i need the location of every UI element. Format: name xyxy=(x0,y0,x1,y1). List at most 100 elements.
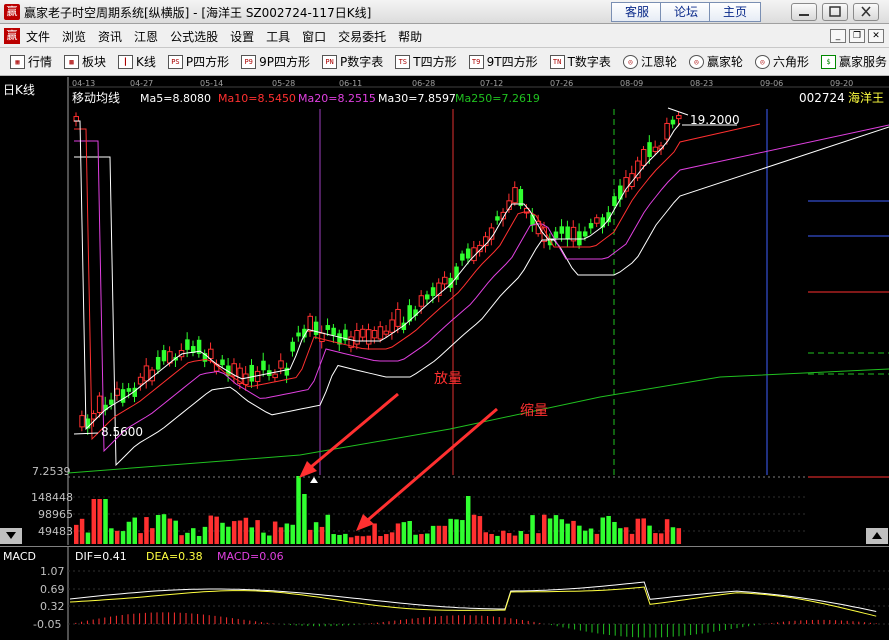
volume-bar xyxy=(495,535,500,544)
volume-bar xyxy=(255,520,260,544)
volume-bar xyxy=(506,533,512,544)
date-tick: 08-09 xyxy=(620,79,643,88)
volume-bar xyxy=(366,535,371,544)
volume-peak-marker xyxy=(310,477,318,483)
menu-gann[interactable]: 江恩 xyxy=(134,28,158,45)
toolbar-9t-square-label: 9T四方形 xyxy=(486,55,538,69)
candle-body xyxy=(272,373,278,379)
macd-tick: 0.32 xyxy=(40,600,65,613)
toolbar-kline[interactable]: ┃ K线 xyxy=(118,53,156,70)
mdi-restore-button[interactable]: ❐ xyxy=(849,29,865,43)
toolbar-sectors-label: 板块 xyxy=(82,55,107,69)
volume-bar xyxy=(460,520,465,544)
low-price-label: 8.5600 xyxy=(101,425,143,439)
candle-body xyxy=(395,308,401,327)
volume-bar xyxy=(442,525,448,544)
volume-bar xyxy=(425,533,430,544)
customer-service-button[interactable]: 客服 xyxy=(611,2,663,22)
menu-info[interactable]: 资讯 xyxy=(98,28,122,45)
toolbar-quotes[interactable]: ▦ 行情 xyxy=(10,53,52,70)
forum-button[interactable]: 论坛 xyxy=(660,2,712,22)
candle-body xyxy=(249,364,254,382)
date-tick: 09-06 xyxy=(760,79,783,88)
ma250-line xyxy=(67,368,889,474)
tn-icon: TN xyxy=(549,54,565,69)
candle-body xyxy=(594,217,600,224)
toolbar-hexagon[interactable]: ◎ 六角形 xyxy=(754,53,809,70)
close-button[interactable] xyxy=(853,3,879,21)
toolbar-gann-wheel[interactable]: ◎ 江恩轮 xyxy=(622,53,677,70)
candle-body xyxy=(126,388,132,392)
window-title: 赢家老子时空周期系统[纵横版] - [海洋王 SZ002724-117日K线] xyxy=(24,6,372,20)
maximize-button[interactable] xyxy=(822,3,848,21)
toolbar-p-table[interactable]: PN P数字表 xyxy=(322,53,383,70)
volume-bar xyxy=(378,535,383,544)
volume-bar xyxy=(577,525,582,544)
ma20-label: Ma20=8.2515 xyxy=(298,92,376,105)
toolbar-service[interactable]: $ 赢家服务 xyxy=(820,53,887,70)
menu-bar: 赢 文件 浏览 资讯 江恩 公式选股 设置 工具 窗口 交易委托 帮助 _ ❐ … xyxy=(0,24,889,48)
mdi-minimize-button[interactable]: _ xyxy=(830,29,846,43)
volume-bar xyxy=(237,520,243,544)
kline-chart-panel[interactable]: 04-13 04-27 05-14 05-28 06-11 06-28 07-12 07-26… xyxy=(0,77,889,545)
volume-bar xyxy=(278,527,284,544)
macd-chart-svg[interactable]: MACD DIF=0.41 DEA=0.38 MACD=0.06 1.07 0.… xyxy=(0,547,889,640)
hexagon-icon: ◎ xyxy=(754,54,770,69)
menu-settings[interactable]: 设置 xyxy=(230,28,254,45)
mdi-close-button[interactable]: ✕ xyxy=(868,29,884,43)
volume-bar xyxy=(360,536,366,544)
volume-bar xyxy=(518,531,524,544)
volume-bar xyxy=(489,533,494,544)
volume-bar xyxy=(594,533,600,544)
toolbar-t-square[interactable]: TS T四方形 xyxy=(395,53,457,70)
toolbar-p-square[interactable]: PS P四方形 xyxy=(167,53,229,70)
volume-bar xyxy=(524,533,529,544)
volume-bar xyxy=(132,517,137,544)
toolbar-winner-wheel[interactable]: ◎ 赢家轮 xyxy=(688,53,743,70)
menu-trade[interactable]: 交易委托 xyxy=(338,28,386,45)
candle-body xyxy=(383,330,390,335)
menu-help[interactable]: 帮助 xyxy=(398,28,422,45)
toolbar-sectors[interactable]: ▩ 板块 xyxy=(64,53,106,70)
volume-bar xyxy=(196,535,202,544)
candle-body xyxy=(307,315,313,332)
volume-bar xyxy=(91,499,97,544)
menu-tools[interactable]: 工具 xyxy=(266,28,290,45)
date-tick: 05-28 xyxy=(272,79,295,88)
volume-bar xyxy=(582,530,588,544)
volume-bar xyxy=(308,529,313,544)
candle-body xyxy=(79,415,85,428)
period-label: 日K线 xyxy=(3,83,35,97)
volume-bar xyxy=(243,517,249,544)
volume-bar xyxy=(401,522,407,544)
volume-bar xyxy=(565,523,570,544)
toolbar-9t-square[interactable]: T9 9T四方形 xyxy=(468,53,538,70)
candle-body xyxy=(577,231,582,246)
candle-body xyxy=(155,356,161,370)
pn-icon: PN xyxy=(322,54,338,69)
volume-bar xyxy=(547,518,553,544)
toolbar: ▦ 行情 ▩ 板块 ┃ K线 PS P四方形 P9 9P四方形 PN P数字表 TS T四方形… xyxy=(0,48,889,76)
volume-bar xyxy=(559,519,565,544)
menu-window[interactable]: 窗口 xyxy=(302,28,326,45)
menu-file[interactable]: 文件 xyxy=(26,28,50,45)
menu-browse[interactable]: 浏览 xyxy=(62,28,86,45)
menu-formula[interactable]: 公式选股 xyxy=(170,28,218,45)
volume-bar xyxy=(501,530,506,544)
volume-bar xyxy=(173,520,178,544)
minimize-icon xyxy=(799,14,809,16)
volume-bar xyxy=(600,517,605,544)
volume-bar xyxy=(448,518,453,544)
volume-bar xyxy=(155,514,161,544)
kline-chart-svg[interactable]: 04-13 04-27 05-14 05-28 06-11 06-28 07-12 07-26… xyxy=(0,77,889,545)
minimize-button[interactable] xyxy=(791,3,817,21)
candle-body xyxy=(278,360,284,369)
toolbar-t-table[interactable]: TN T数字表 xyxy=(549,53,611,70)
toolbar-9p-square[interactable]: P9 9P四方形 xyxy=(241,53,310,70)
volume-bar xyxy=(454,519,459,544)
volume-bar xyxy=(325,514,331,544)
candlesticks xyxy=(73,111,682,435)
home-button[interactable]: 主页 xyxy=(709,2,761,22)
macd-panel[interactable]: MACD DIF=0.41 DEA=0.38 MACD=0.06 1.07 0.… xyxy=(0,546,889,640)
gann-wheel-icon: ◎ xyxy=(622,54,638,69)
